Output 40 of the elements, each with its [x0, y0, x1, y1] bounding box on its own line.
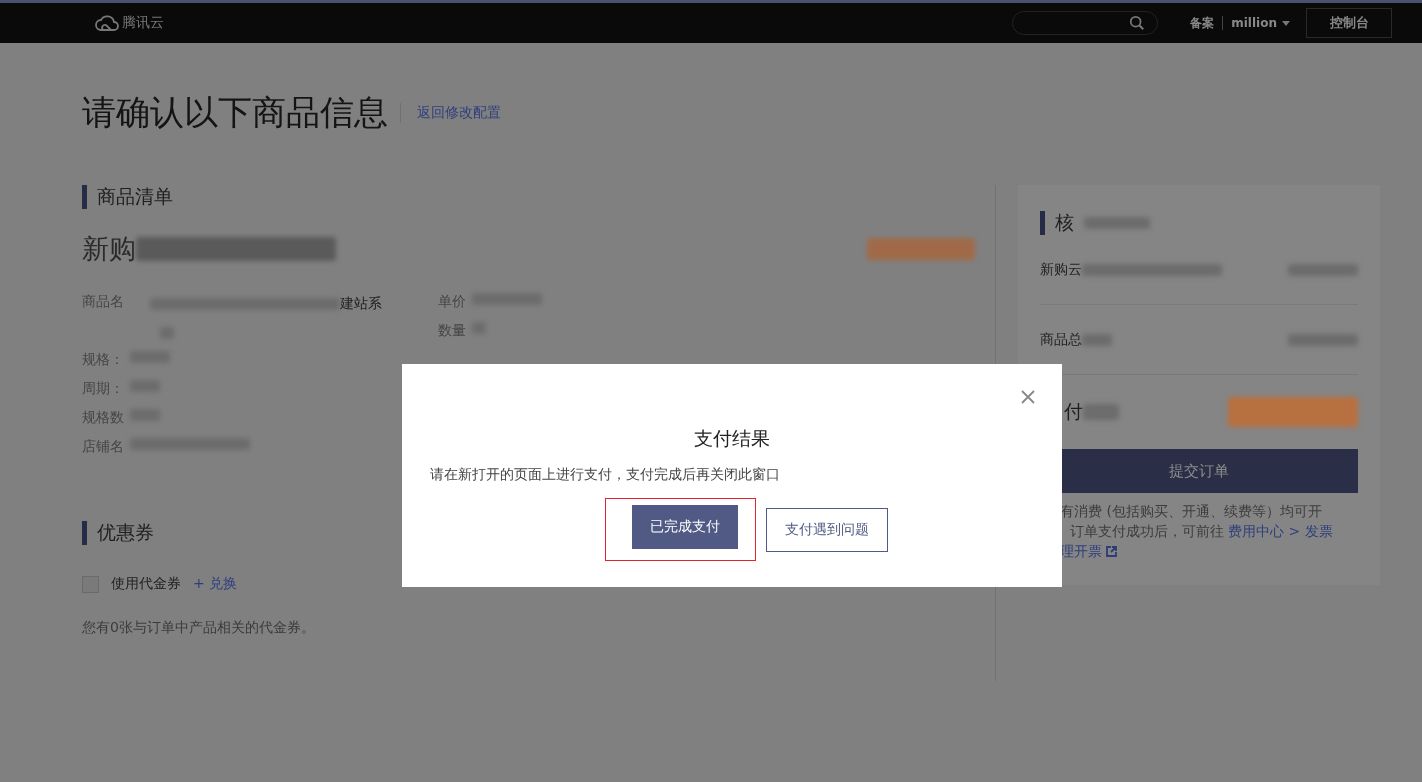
pay-label: 付 [1064, 399, 1083, 424]
dialog-title: 支付结果 [693, 426, 771, 451]
detail-label: 商品名 [82, 293, 124, 311]
cloud-icon [95, 14, 119, 32]
section-heading: 核 [1055, 210, 1074, 235]
search-icon[interactable] [1129, 14, 1146, 32]
section-heading: 优惠券 [97, 520, 154, 545]
heading-bar [1040, 211, 1045, 235]
dialog-button[interactable]: 支付遇到问题 [765, 507, 888, 552]
caret-icon [1282, 20, 1290, 26]
detail-label: 店铺名 [82, 438, 124, 456]
detail-label: 规格数 [82, 409, 124, 427]
note-text: 有消费 (包括购买、开通、续费等）均可开 [1059, 502, 1323, 521]
logo-text[interactable]: 腾讯云 [122, 14, 164, 32]
page-title: 请确认以下商品信息 [82, 91, 388, 134]
dialog-message: 请在新打开的页面上进行支付，支付完成后再关闭此窗口 [430, 466, 781, 484]
detail-label: 周期： [82, 380, 124, 398]
user-menu[interactable]: million [1231, 16, 1290, 30]
external-link-icon[interactable] [1106, 545, 1117, 557]
billing-link[interactable]: 费用中心 > 发票 [1228, 521, 1333, 541]
back-link[interactable]: 返回修改配置 [417, 104, 501, 122]
coupon-note: 您有0张与订单中产品相关的代金券。 [82, 619, 316, 637]
dialog-button[interactable]: 已完成支付 [631, 505, 738, 549]
detail-label: 数量 [438, 322, 466, 340]
close-icon[interactable] [1021, 390, 1035, 404]
heading-bar [82, 185, 87, 209]
checkbox-label: 使用代金券 [111, 575, 181, 593]
product-title: 新购 [82, 232, 136, 266]
section-heading: 商品清单 [97, 184, 173, 209]
invoice-link[interactable]: 理开票 [1060, 541, 1102, 561]
exchange-link[interactable]: + 兑换 [193, 575, 238, 593]
detail-value: 建站系 [340, 294, 382, 313]
console-button[interactable]: 控制台 [1306, 8, 1392, 38]
detail-label: 单价 [438, 293, 466, 311]
order-label: 商品总 [1040, 330, 1082, 349]
detail-label: 规格： [82, 351, 124, 369]
order-label: 新购云 [1040, 260, 1082, 279]
heading-bar [82, 521, 87, 545]
note-text: 订单支付成功后，可前往 [1070, 522, 1224, 541]
nav-link[interactable]: 备案 [1190, 14, 1215, 32]
